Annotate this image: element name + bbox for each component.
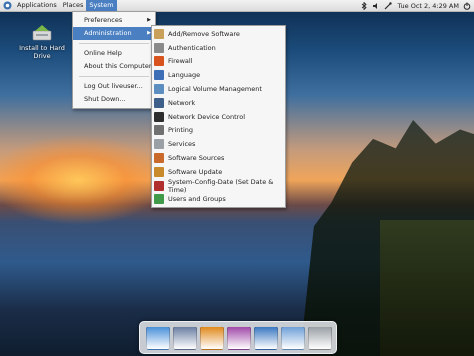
menu-item-label: Preferences	[84, 16, 123, 24]
submenu-item-label: Logical Volume Management	[168, 85, 262, 94]
submenu-item-label: Users and Groups	[168, 195, 226, 204]
menu-item-administration[interactable]: Administration ▶	[73, 27, 155, 40]
document-editor-icon[interactable]	[254, 326, 278, 350]
wallpaper-grass	[380, 220, 474, 356]
menu-item-preferences[interactable]: Preferences ▶	[73, 14, 155, 27]
submenu-item-system-config-date-set-date-time[interactable]: System-Config-Date (Set Date & Time)	[152, 177, 285, 194]
submenu-item-label: Firewall	[168, 57, 193, 66]
keys-icon	[154, 42, 164, 53]
install-label: Install to Hard Drive	[19, 44, 65, 60]
submenu-item-label: Software Sources	[168, 154, 225, 163]
menu-item-about[interactable]: About this Computer	[73, 60, 155, 73]
software-update-icon	[154, 166, 164, 177]
submenu-item-logical-volume-management[interactable]: Logical Volume Management	[152, 82, 285, 96]
administration-submenu: Add/Remove Software Authentication Firewal…	[151, 25, 286, 209]
network-icon[interactable]	[384, 1, 392, 10]
network-icon	[154, 97, 164, 108]
submenu-item-services[interactable]: Services	[152, 137, 285, 151]
submenu-item-label: Network	[168, 98, 196, 107]
dock	[139, 321, 337, 354]
submenu-item-label: Authentication	[168, 43, 216, 52]
menu-applications[interactable]: Applications	[14, 0, 60, 11]
submenu-item-software-sources[interactable]: Software Sources	[152, 151, 285, 165]
install-icon	[32, 22, 52, 42]
menu-places[interactable]: Places	[60, 0, 87, 11]
submenu-item-language[interactable]: Language	[152, 68, 285, 82]
submenu-item-users-and-groups[interactable]: Users and Groups	[152, 193, 285, 207]
system-menu: Preferences ▶ Administration ▶ Online He…	[72, 11, 156, 109]
speaker-icon[interactable]	[372, 2, 380, 10]
email-client-icon[interactable]	[173, 326, 197, 350]
printer-icon	[154, 125, 164, 136]
users-icon	[154, 194, 164, 205]
submenu-item-authentication[interactable]: Authentication	[152, 41, 285, 55]
music-player-icon[interactable]	[227, 326, 251, 350]
submenu-item-label: Printing	[168, 126, 194, 135]
submenu-item-network-device-control[interactable]: Network Device Control	[152, 110, 285, 124]
install-to-hard-drive-launcher[interactable]: Install to Hard Drive	[10, 22, 74, 60]
submenu-item-label: Software Update	[168, 167, 223, 176]
menu-item-label: Shut Down...	[84, 95, 126, 103]
panel-menu-bar: Applications Places System	[0, 0, 117, 11]
menu-item-label: Log Out liveuser...	[84, 82, 143, 90]
calendar-icon	[154, 180, 164, 191]
system-tray: Tue Oct 2, 4:29 AM	[360, 0, 474, 11]
submenu-item-firewall[interactable]: Firewall	[152, 55, 285, 69]
menu-separator	[79, 43, 149, 44]
menu-item-label: Online Help	[84, 49, 122, 57]
menu-item-label: About this Computer	[84, 62, 152, 70]
package-icon	[154, 28, 164, 39]
firewall-icon	[154, 56, 164, 67]
menu-separator	[79, 76, 149, 77]
submenu-item-label: Language	[168, 71, 201, 80]
submenu-item-label: System-Config-Date (Set Date & Time)	[168, 177, 274, 194]
submenu-item-label: Add/Remove Software	[168, 29, 240, 38]
submenu-item-label: Network Device Control	[168, 112, 245, 121]
network-device-icon	[154, 111, 164, 122]
menu-item-log-out[interactable]: Log Out liveuser...	[73, 80, 155, 93]
software-sources-icon	[154, 153, 164, 164]
submenu-item-add-remove-software[interactable]: Add/Remove Software	[152, 27, 285, 41]
media-player-icon[interactable]	[200, 326, 224, 350]
menu-item-label: Administration	[84, 29, 132, 37]
menu-item-online-help[interactable]: Online Help	[73, 47, 155, 60]
file-manager-icon[interactable]	[281, 326, 305, 350]
trash-icon[interactable]	[308, 326, 332, 350]
submenu-item-label: Services	[168, 140, 196, 149]
services-icon	[154, 139, 164, 150]
clock[interactable]: Tue Oct 2, 4:29 AM	[398, 2, 459, 10]
menu-system[interactable]: System	[86, 0, 117, 11]
menu-item-shut-down[interactable]: Shut Down...	[73, 93, 155, 106]
drive-icon	[154, 84, 164, 95]
bluetooth-icon[interactable]	[360, 1, 368, 10]
submenu-item-printing[interactable]: Printing	[152, 124, 285, 138]
submenu-item-network[interactable]: Network	[152, 96, 285, 110]
language-icon	[154, 70, 164, 81]
power-icon[interactable]	[463, 2, 471, 10]
distribution-logo-icon[interactable]	[2, 1, 12, 11]
web-browser-icon[interactable]	[146, 326, 170, 350]
